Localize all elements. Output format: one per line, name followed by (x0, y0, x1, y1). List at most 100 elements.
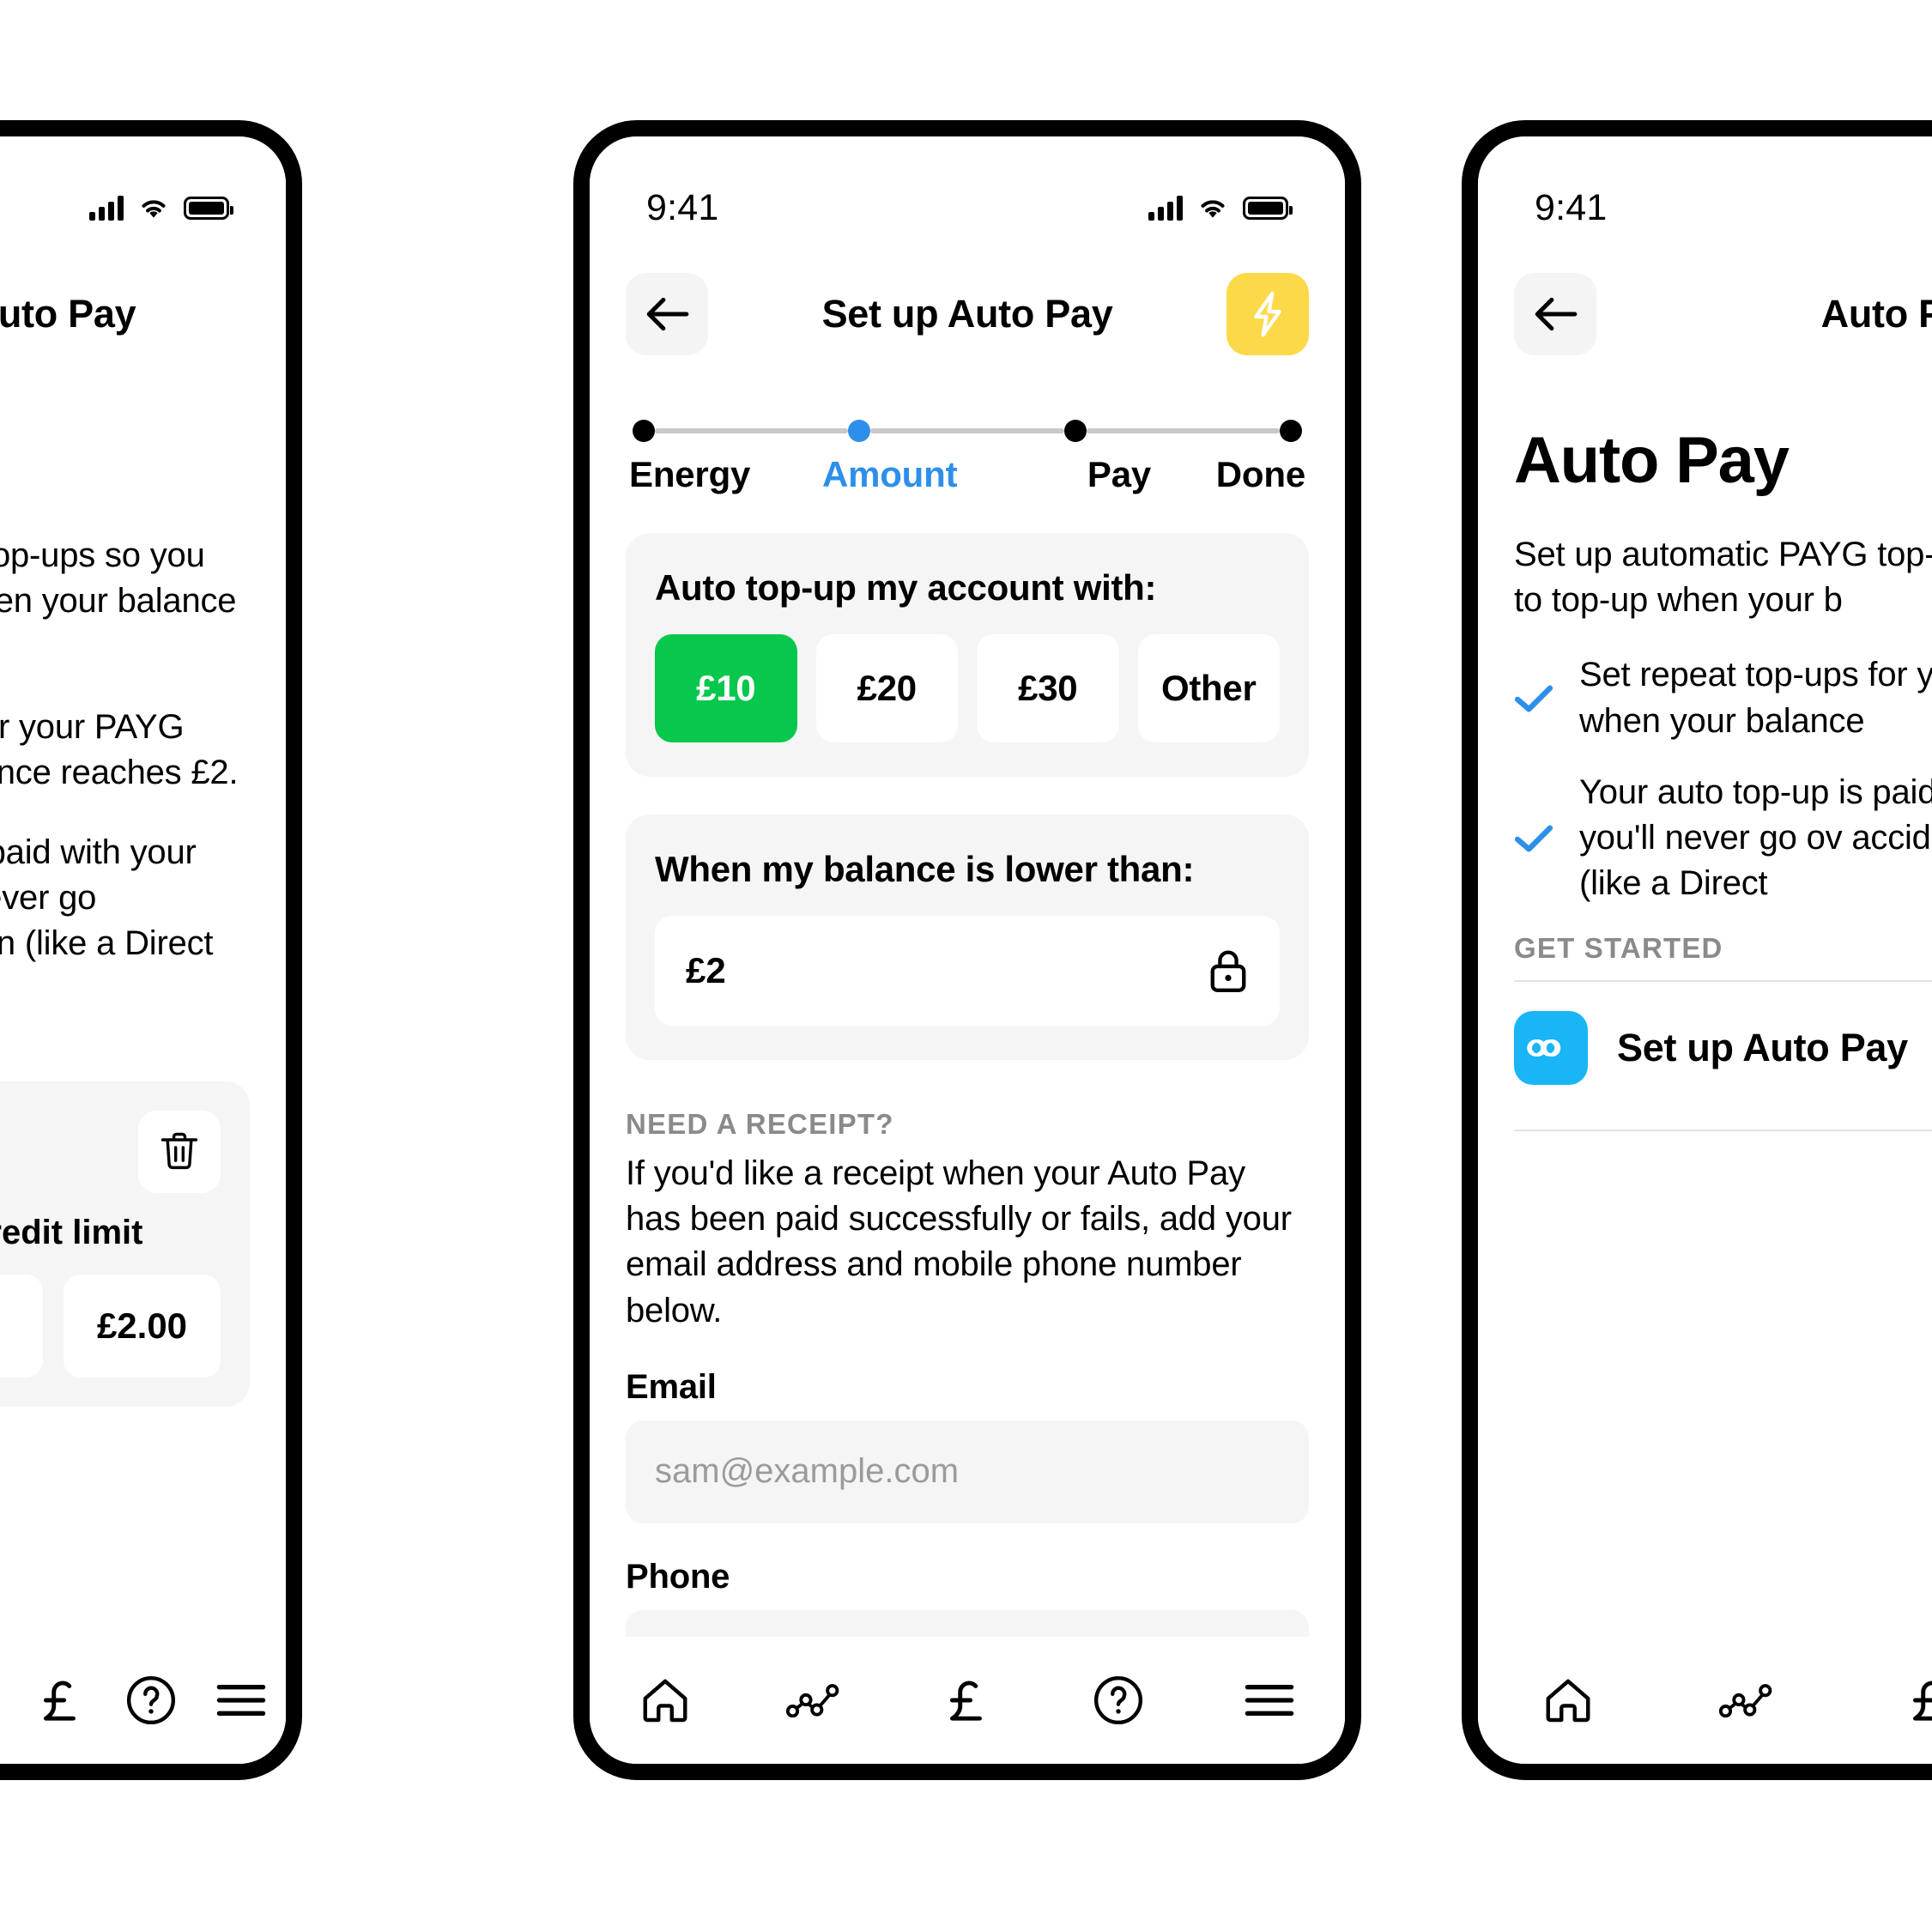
step-label-amount[interactable]: Amount (757, 454, 1022, 495)
tab-payments[interactable] (16, 1637, 106, 1764)
step-label-done[interactable]: Done (1216, 454, 1305, 495)
left-tab-bar (0, 1637, 286, 1764)
left-status-bar (0, 136, 286, 250)
threshold-field[interactable]: £2 (655, 916, 1280, 1026)
status-time: 9:41 (646, 186, 719, 228)
hamburger-menu-icon (1245, 1684, 1294, 1717)
delete-button[interactable] (138, 1110, 221, 1193)
phone-right: 9:41 Auto Pay Auto Pay Set up automatic … (1462, 120, 1932, 1780)
right-status-bar: 9:41 (1478, 136, 1932, 250)
list-item: Set repeat top-ups for yo meter when you… (1514, 652, 1932, 743)
step-label-pay[interactable]: Pay (1022, 454, 1216, 495)
lightning-action-button[interactable] (1226, 273, 1309, 355)
pound-icon (1912, 1681, 1932, 1721)
amount-option-other[interactable]: Other (1137, 634, 1280, 742)
home-icon (1546, 1679, 1590, 1723)
tab-usage[interactable] (741, 1637, 892, 1764)
infinity-icon (1527, 1039, 1561, 1057)
threshold-card-title: When my balance is lower than: (655, 849, 1195, 889)
email-input[interactable]: sam@example.com (626, 1420, 1309, 1523)
tab-payments[interactable] (892, 1637, 1043, 1764)
right-screen: 9:41 Auto Pay Auto Pay Set up automatic … (1478, 136, 1932, 1764)
step-dot-pay[interactable] (1063, 420, 1087, 442)
left-paragraph-1: c PAYG top-ups so you never when your ba… (0, 536, 237, 621)
back-button[interactable] (626, 273, 708, 355)
get-started-eyebrow: GET STARTED (1514, 932, 1723, 965)
receipt-paragraph: If you'd like a receipt when your Auto P… (626, 1154, 1292, 1329)
setup-auto-pay-row[interactable]: Set up Auto Pay (1514, 982, 1932, 1114)
left-paragraph-3: op-up is paid with your bank ll never go… (0, 833, 214, 963)
step-label-energy[interactable]: Energy (629, 454, 750, 495)
battery-icon (1243, 196, 1293, 220)
home-icon (643, 1679, 687, 1723)
step-dot-done[interactable] (1279, 420, 1302, 442)
amount-option-10[interactable]: £10 (655, 634, 797, 742)
left-card-label: Credit limit (0, 1213, 143, 1251)
lightning-bolt-icon (1254, 291, 1281, 337)
tab-help[interactable] (106, 1637, 197, 1764)
cellular-bars-icon (89, 195, 124, 221)
list-item: Your auto top-up is paid card, so you'll… (1514, 770, 1932, 907)
wifi-icon (1201, 200, 1225, 218)
credit-limit-value[interactable]: £2.00 (64, 1274, 221, 1378)
right-body: Auto Pay Set up automatic PAYG top-u for… (1478, 379, 1932, 1764)
pound-icon (949, 1681, 982, 1721)
tab-home[interactable] (590, 1637, 741, 1764)
left-credit-limit-card: Credit limit £2.00 (0, 1081, 250, 1407)
topup-card-title: Auto top-up my account with: (655, 567, 1157, 608)
setup-auto-pay-label: Set up Auto Pay (1617, 1026, 1908, 1070)
divider-bottom (1514, 1130, 1932, 1132)
step-dot-energy[interactable] (633, 420, 655, 442)
middle-status-bar: 9:41 (590, 136, 1345, 250)
right-navbar: Auto Pay (1478, 250, 1932, 379)
step-segment-2 (870, 428, 1064, 433)
left-status-icons (89, 195, 233, 221)
amount-option-30[interactable]: £30 (977, 634, 1119, 742)
left-field-blank[interactable] (0, 1274, 43, 1378)
stepper-labels: Energy Amount Pay Done (629, 454, 1305, 495)
right-intro: Set up automatic PAYG top-u forget to to… (1514, 536, 1932, 620)
tab-menu[interactable] (1194, 1637, 1345, 1764)
tab-payments[interactable] (1839, 1637, 1932, 1764)
cellular-bars-icon (1148, 195, 1183, 221)
phone-middle: 9:41 Set up Auto Pay Energy Amount Pay D… (573, 120, 1361, 1780)
left-tab-payments[interactable] (0, 1637, 16, 1764)
amount-option-20[interactable]: £20 (815, 634, 958, 742)
receipt-eyebrow: NEED A RECEIPT? (626, 1108, 894, 1140)
tab-usage[interactable] (1659, 1637, 1840, 1764)
progress-stepper: Energy Amount Pay Done (626, 420, 1309, 495)
balance-threshold-card: When my balance is lower than: £2 (626, 815, 1309, 1060)
back-button[interactable] (1514, 273, 1596, 355)
left-body: c PAYG top-ups so you never when your ba… (0, 379, 286, 1764)
step-dot-amount[interactable] (848, 420, 871, 442)
stepper-track (633, 420, 1302, 442)
right-tab-bar (1478, 1637, 1932, 1764)
left-screen: Auto Pay c PAYG top-ups so you never whe… (0, 136, 286, 1764)
lock-icon (1210, 950, 1246, 992)
middle-screen: 9:41 Set up Auto Pay Energy Amount Pay D… (590, 136, 1345, 1764)
left-card-fields: £2.00 (0, 1274, 221, 1378)
infinity-icon-tile (1514, 1011, 1588, 1086)
usage-chart-icon (1718, 1684, 1772, 1718)
middle-status-icons (1148, 195, 1293, 221)
middle-body: Energy Amount Pay Done Auto top-up my ac… (590, 379, 1345, 1764)
check-icon (1514, 685, 1553, 712)
check-icon (1514, 825, 1553, 852)
battery-icon (184, 196, 233, 220)
left-page-title: Auto Pay (0, 292, 136, 336)
left-paragraph-2: op-ups for your PAYG your balance reache… (0, 707, 239, 791)
phone-label: Phone (626, 1557, 730, 1596)
phone-left: Auto Pay c PAYG top-ups so you never whe… (0, 120, 302, 1780)
question-circle-icon (1093, 1675, 1143, 1725)
right-heading: Auto Pay (1514, 424, 1790, 497)
topup-amount-options: £10 £20 £30 Other (655, 634, 1280, 742)
benefits-list: Set repeat top-ups for yo meter when you… (1514, 652, 1932, 906)
tab-menu[interactable] (196, 1637, 286, 1764)
back-arrow-icon (1535, 297, 1578, 331)
email-label: Email (626, 1367, 717, 1406)
tab-help[interactable] (1043, 1637, 1194, 1764)
question-circle-icon (126, 1675, 176, 1725)
hamburger-menu-icon (216, 1684, 265, 1717)
step-segment-3 (1086, 428, 1280, 433)
tab-home[interactable] (1478, 1637, 1659, 1764)
